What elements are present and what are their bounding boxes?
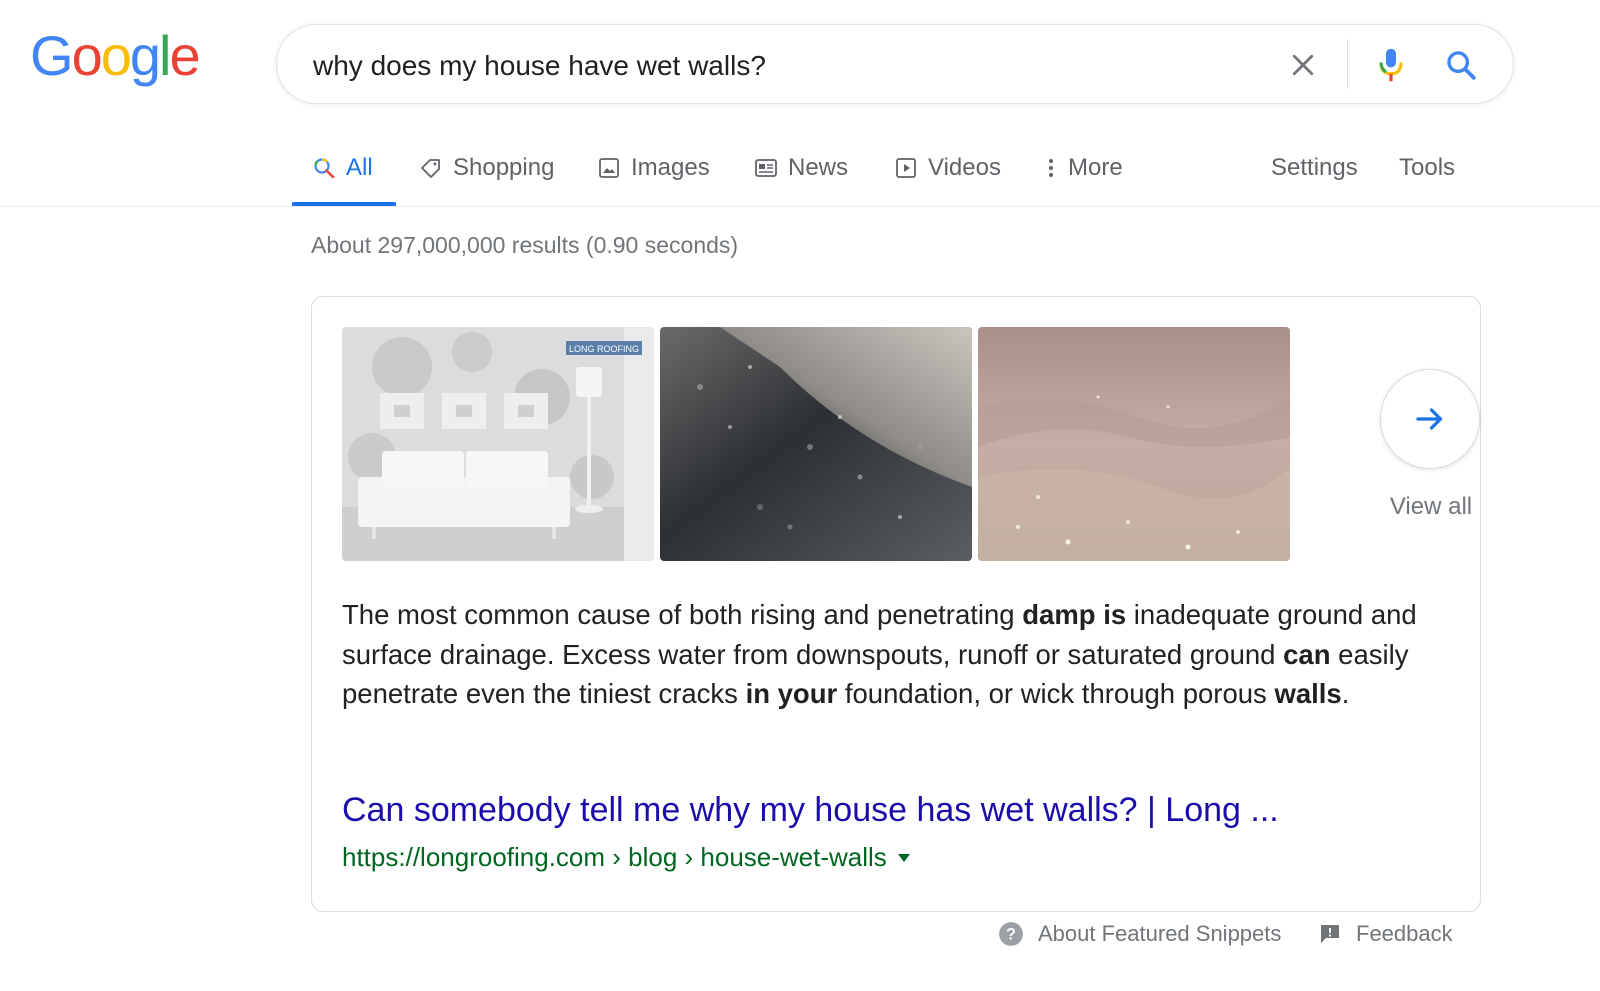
tab-label: Tools: [1399, 154, 1456, 181]
search-input[interactable]: [311, 43, 1265, 89]
result-stats: About 297,000,000 results (0.90 seconds): [311, 232, 739, 258]
snippet-text-part: foundation, or wick through porous: [837, 678, 1275, 709]
tab-label: All: [346, 154, 373, 181]
tab-label: Shopping: [453, 154, 555, 181]
image-icon: [599, 158, 619, 178]
tab-settings[interactable]: Settings: [1271, 132, 1358, 204]
search-box: [276, 24, 1514, 104]
news-icon: [755, 159, 777, 177]
search-tabs: All Shopping Images News Videos More Set…: [292, 132, 1592, 208]
tab-label: More: [1068, 154, 1123, 181]
snippet-text-part: The most common cause of both rising and…: [342, 599, 1023, 630]
feedback-link[interactable]: Feedback: [1318, 918, 1453, 950]
tab-label: Settings: [1271, 154, 1358, 181]
more-vert-icon: [1049, 159, 1053, 177]
tab-label: Videos: [928, 154, 1001, 181]
logo-letter: l: [159, 24, 172, 87]
logo-letter: g: [129, 24, 161, 87]
tab-videos[interactable]: Videos: [894, 132, 1001, 204]
tab-tools[interactable]: Tools: [1399, 132, 1455, 204]
featured-snippet: LONG ROOFING View all The most common ca…: [311, 296, 1481, 912]
feedback-icon: [1321, 925, 1339, 943]
help-icon: ?: [999, 922, 1023, 946]
result-url: https://longroofing.com › blog › house-w…: [342, 842, 911, 873]
svg-text:?: ?: [1006, 925, 1016, 943]
result-url-text: https://longroofing.com › blog › house-w…: [342, 842, 887, 872]
video-icon: [896, 158, 916, 178]
about-featured-snippets[interactable]: ? About Featured Snippets: [998, 918, 1281, 950]
snippet-text-part: .: [1341, 678, 1350, 709]
logo-letter: G: [30, 24, 74, 87]
tab-label: News: [788, 154, 849, 181]
search-icon: [314, 158, 335, 179]
snippet-text-bold: damp is: [1022, 599, 1127, 630]
logo-letter: e: [169, 24, 200, 87]
feedback-label: Feedback: [1356, 921, 1453, 946]
snippet-image-damp-wall[interactable]: [660, 327, 972, 561]
tag-icon: [421, 159, 440, 178]
tab-more[interactable]: More: [1044, 132, 1123, 204]
clear-icon[interactable]: [1281, 43, 1325, 87]
about-featured-snippets-label: About Featured Snippets: [1038, 921, 1282, 946]
result-title-link[interactable]: Can somebody tell me why my house has we…: [342, 791, 1279, 830]
snippet-text-bold: in your: [745, 678, 838, 709]
arrow-right-icon: [1416, 408, 1443, 430]
snippet-image-wet-surface[interactable]: [978, 327, 1290, 561]
search-icon[interactable]: [1439, 43, 1483, 87]
header-divider: [0, 206, 1600, 207]
tab-news[interactable]: News: [754, 132, 848, 204]
microphone-icon[interactable]: [1369, 43, 1413, 87]
tab-shopping[interactable]: Shopping: [419, 132, 554, 204]
view-all-link[interactable]: View all: [1372, 493, 1490, 521]
tab-all[interactable]: All: [312, 132, 373, 204]
google-logo[interactable]: Google: [30, 24, 201, 87]
snippet-image-living-room[interactable]: LONG ROOFING: [342, 327, 654, 561]
tab-images[interactable]: Images: [597, 132, 710, 204]
tab-label: Images: [631, 154, 710, 181]
next-arrow-button[interactable]: [1380, 369, 1480, 469]
snippet-text-bold: walls: [1274, 678, 1342, 709]
watermark-text: LONG ROOFING: [569, 344, 639, 354]
snippet-text-bold: can: [1283, 638, 1331, 670]
logo-letter: o: [71, 24, 103, 87]
search-divider: [1347, 39, 1348, 89]
dropdown-caret-icon[interactable]: [897, 853, 911, 863]
logo-letter: o: [100, 24, 132, 87]
snippet-text: The most common cause of both rising and…: [342, 595, 1452, 714]
